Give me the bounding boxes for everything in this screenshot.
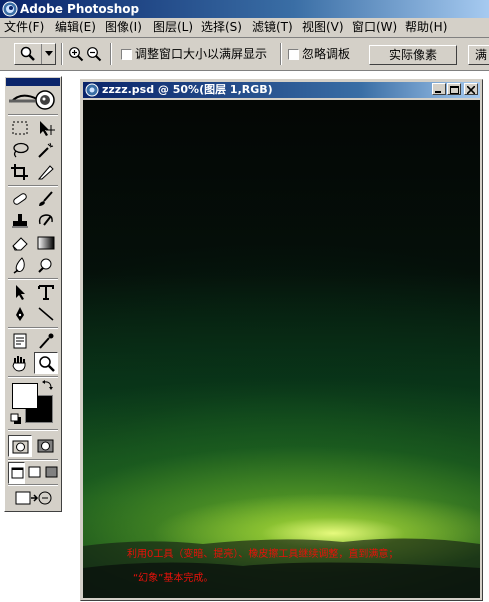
standard-mode-icon[interactable] — [8, 435, 32, 457]
canvas-caption-line1: 利用0工具（变暗、提亮）、橡皮擦工具继续调整，直到满意； — [127, 549, 399, 560]
toolbox-divider — [8, 278, 58, 280]
history-brush-icon[interactable] — [34, 210, 58, 232]
document-title-bar[interactable]: zzzz.psd @ 50%(图层 1,RGB) — [83, 82, 480, 98]
line-shape-icon[interactable] — [34, 303, 58, 325]
photoshop-logo-icon — [2, 1, 18, 17]
menu-file[interactable]: 文件(F) — [4, 20, 44, 35]
eyedropper-icon[interactable] — [34, 330, 58, 352]
blur-icon[interactable] — [8, 254, 32, 276]
document-icon — [85, 83, 99, 97]
default-colors-icon[interactable] — [10, 413, 22, 425]
ignore-palettes-checkbox[interactable] — [288, 49, 299, 60]
notes-icon[interactable] — [8, 330, 32, 352]
document-title: zzzz.psd @ 50%(图层 1,RGB) — [102, 83, 273, 96]
eraser-icon[interactable] — [8, 232, 32, 254]
menu-select[interactable]: 选择(S) — [201, 20, 242, 35]
full-screen-menu-icon[interactable] — [26, 462, 43, 484]
image-canvas[interactable]: 利用0工具（变暗、提亮）、橡皮擦工具继续调整，直到满意； “幻象”基本完成。 — [83, 100, 480, 598]
toolbox-divider — [8, 484, 58, 486]
menu-window[interactable]: 窗口(W) — [352, 20, 397, 35]
quick-mask-icon[interactable] — [34, 435, 58, 457]
document-window: zzzz.psd @ 50%(图层 1,RGB) 利用0工具（变暗、提亮）、橡皮… — [80, 79, 483, 601]
crop-icon[interactable] — [8, 161, 32, 183]
close-button[interactable] — [464, 83, 478, 95]
pen-icon[interactable] — [8, 303, 32, 325]
actual-pixels-button[interactable]: 实际像素 — [369, 45, 457, 65]
marquee-icon[interactable] — [8, 117, 32, 139]
path-selection-icon[interactable] — [8, 281, 32, 303]
menu-help[interactable]: 帮助(H) — [405, 20, 447, 35]
minimize-button[interactable] — [432, 83, 446, 95]
photoshop-eye-icon[interactable] — [7, 87, 59, 113]
gradient-icon[interactable] — [34, 232, 58, 254]
options-separator — [110, 43, 112, 65]
chevron-down-icon[interactable] — [41, 44, 56, 64]
ignore-palettes-label: 忽略调板 — [302, 47, 351, 61]
zoom-in-icon[interactable] — [68, 46, 84, 62]
toolbox-title-bar[interactable] — [6, 78, 60, 86]
brush-icon[interactable] — [34, 188, 58, 210]
menu-edit[interactable]: 编辑(E) — [55, 20, 96, 35]
type-icon[interactable] — [34, 281, 58, 303]
menu-bar: 文件(F) 编辑(E) 图像(I) 图层(L) 选择(S) 滤镜(T) 视图(V… — [0, 18, 489, 38]
fit-on-screen-button[interactable]: 满 — [468, 45, 489, 65]
magnifier-icon — [19, 46, 37, 62]
magic-wand-icon[interactable] — [34, 139, 58, 161]
app-title: Adobe Photoshop — [20, 2, 140, 16]
toolbox-palette — [4, 76, 62, 512]
menu-image[interactable]: 图像(I) — [105, 20, 142, 35]
tool-preset-picker[interactable] — [14, 43, 56, 65]
resize-windows-checkbox[interactable] — [121, 49, 132, 60]
clone-stamp-icon[interactable] — [8, 210, 32, 232]
toolbox-divider — [8, 185, 58, 187]
menu-view[interactable]: 视图(V) — [302, 20, 344, 35]
app-title-bar: Adobe Photoshop — [0, 0, 489, 18]
canvas-caption-line2: “幻象”基本完成。 — [133, 573, 214, 584]
toolbox-divider — [8, 429, 58, 431]
healing-brush-icon[interactable] — [8, 188, 32, 210]
menu-layer[interactable]: 图层(L) — [153, 20, 193, 35]
zoom-icon[interactable] — [34, 352, 58, 374]
foreground-color-swatch[interactable] — [12, 383, 38, 409]
jump-to-imageready-icon[interactable] — [12, 487, 56, 509]
zoom-out-icon[interactable] — [86, 46, 102, 62]
standard-screen-icon[interactable] — [8, 462, 25, 484]
toolbox-divider — [8, 459, 58, 461]
options-separator — [61, 43, 63, 65]
menu-filter[interactable]: 滤镜(T) — [252, 20, 293, 35]
toolbox-divider — [8, 376, 58, 378]
options-separator — [280, 43, 282, 65]
options-bar: 调整窗口大小以满屏显示 忽略调板 实际像素 满 — [0, 38, 489, 71]
hand-icon[interactable] — [8, 352, 32, 374]
maximize-button[interactable] — [447, 83, 461, 95]
resize-windows-label: 调整窗口大小以满屏显示 — [135, 47, 268, 61]
slice-icon[interactable] — [34, 161, 58, 183]
dodge-icon[interactable] — [34, 254, 58, 276]
toolbox-divider — [8, 114, 58, 116]
lasso-icon[interactable] — [8, 139, 32, 161]
swap-colors-icon[interactable] — [42, 379, 54, 391]
move-icon[interactable] — [34, 117, 58, 139]
toolbox-divider — [8, 327, 58, 329]
full-screen-icon[interactable] — [43, 462, 60, 484]
